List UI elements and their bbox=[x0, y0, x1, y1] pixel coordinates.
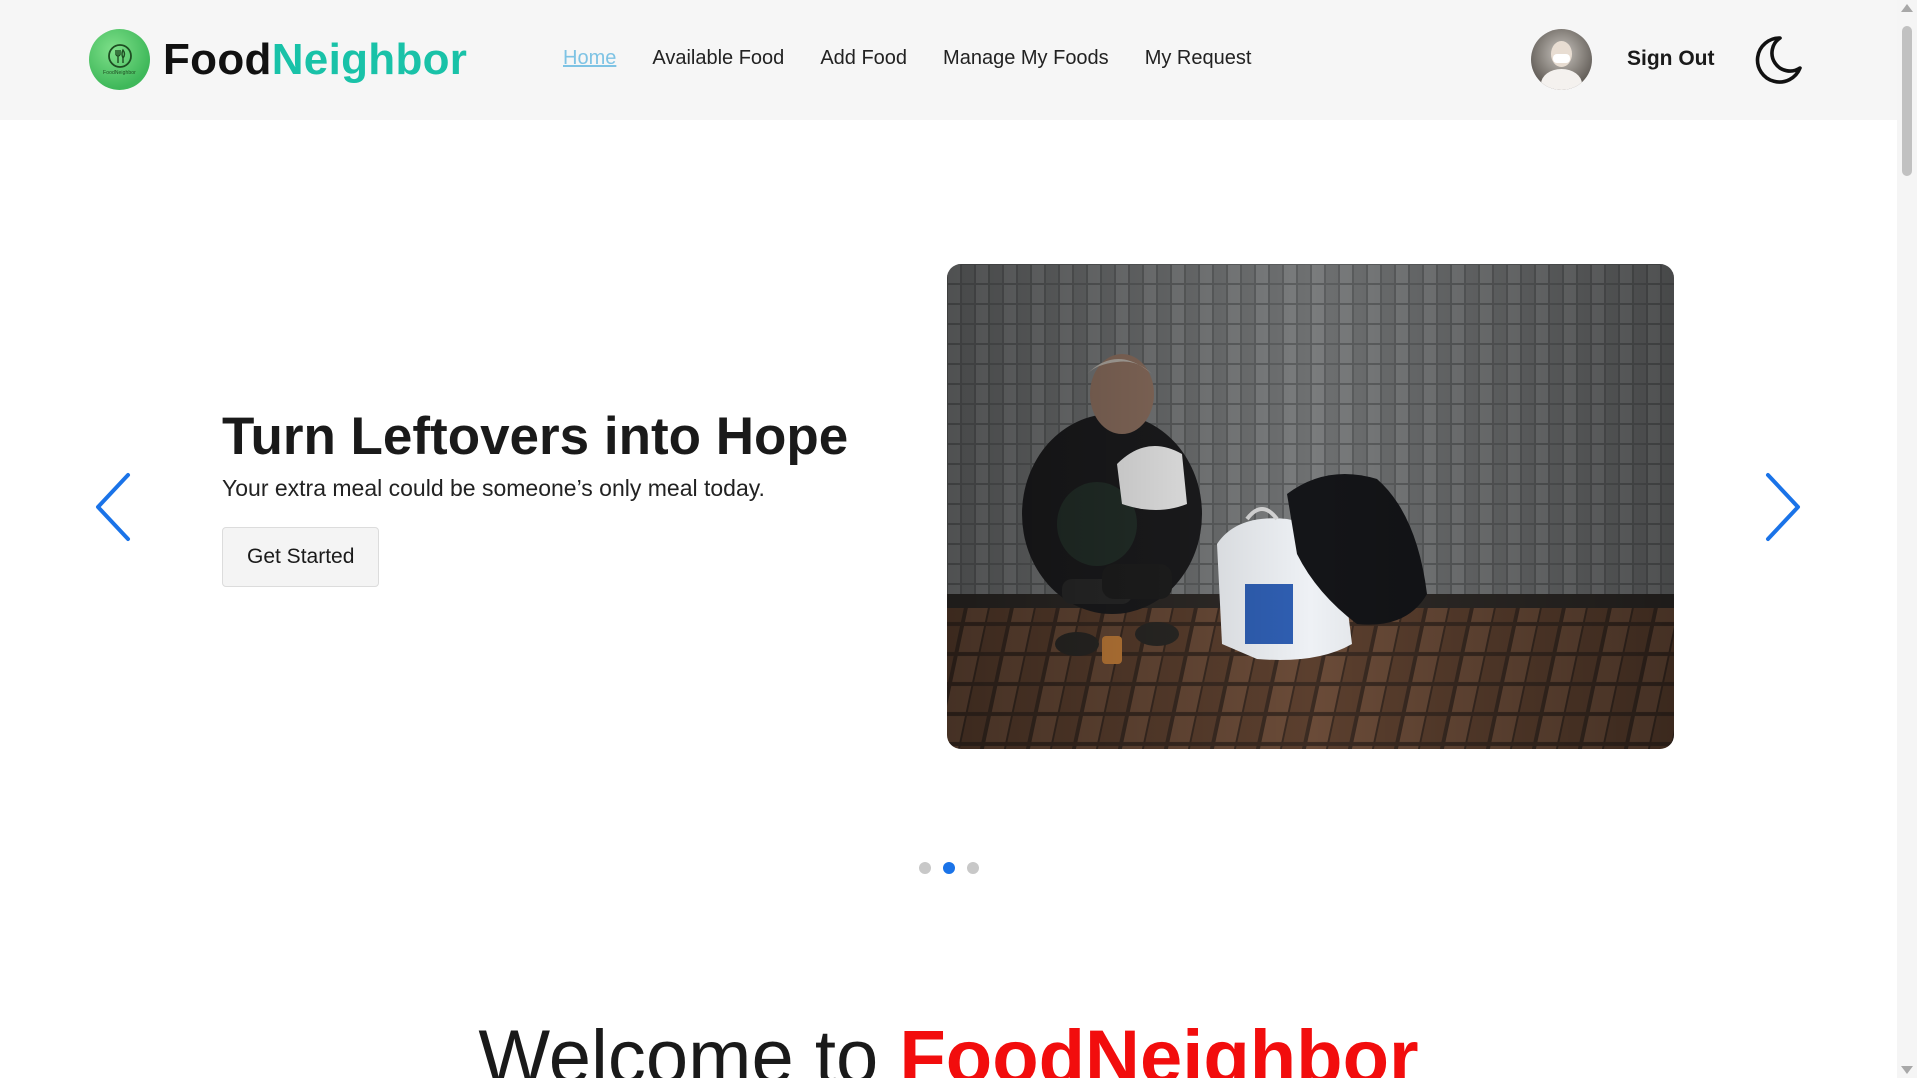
slide-image bbox=[947, 264, 1674, 749]
scroll-up-arrow-icon[interactable] bbox=[1901, 4, 1913, 12]
logo[interactable]: FoodNeighbor FoodNeighbor bbox=[89, 29, 467, 90]
slide-subtitle: Your extra meal could be someone’s only … bbox=[222, 475, 765, 501]
homeless-person-photo bbox=[947, 264, 1674, 749]
main-nav: Home Available Food Add Food Manage My F… bbox=[563, 47, 1287, 70]
sign-out-button[interactable]: Sign Out bbox=[1627, 47, 1715, 71]
nav-home[interactable]: Home bbox=[563, 47, 616, 70]
welcome-heading: Welcome to FoodNeighbor bbox=[0, 1013, 1897, 1078]
avatar-body bbox=[1541, 69, 1582, 90]
logo-word-food: Food bbox=[163, 34, 272, 84]
logo-text: FoodNeighbor bbox=[163, 35, 467, 85]
avatar-mask bbox=[1553, 54, 1570, 63]
welcome-prefix: Welcome to bbox=[478, 1015, 900, 1078]
carousel-dot-active[interactable] bbox=[943, 862, 955, 874]
navbar: FoodNeighbor FoodNeighbor Home Available… bbox=[0, 0, 1897, 120]
slide-content: Turn Leftovers into Hope Your extra meal… bbox=[222, 405, 922, 587]
welcome-brand: FoodNeighbor bbox=[899, 1015, 1419, 1078]
page: FoodNeighbor FoodNeighbor Home Available… bbox=[0, 0, 1897, 1078]
scroll-down-arrow-icon[interactable] bbox=[1901, 1066, 1913, 1074]
user-avatar[interactable] bbox=[1531, 29, 1592, 90]
logo-badge-icon: FoodNeighbor bbox=[89, 29, 150, 90]
carousel-dot[interactable] bbox=[919, 862, 931, 874]
scrollbar-thumb[interactable] bbox=[1902, 26, 1912, 176]
nav-add-food[interactable]: Add Food bbox=[820, 47, 907, 70]
logo-word-neighbor: Neighbor bbox=[271, 34, 468, 84]
carousel-dot[interactable] bbox=[967, 862, 979, 874]
nav-manage-my-foods[interactable]: Manage My Foods bbox=[943, 47, 1109, 70]
chevron-right-icon[interactable] bbox=[1762, 471, 1804, 543]
nav-available-food[interactable]: Available Food bbox=[652, 47, 784, 70]
carousel-indicators bbox=[919, 862, 991, 874]
nav-my-request[interactable]: My Request bbox=[1145, 47, 1252, 70]
fork-leaf-icon bbox=[107, 44, 132, 68]
logo-badge-text: FoodNeighbor bbox=[103, 70, 136, 76]
slide-title: Turn Leftovers into Hope bbox=[222, 407, 849, 466]
moon-icon[interactable] bbox=[1750, 32, 1806, 88]
chevron-left-icon[interactable] bbox=[92, 471, 134, 543]
get-started-button[interactable]: Get Started bbox=[222, 527, 380, 587]
page-scrollbar[interactable] bbox=[1897, 0, 1917, 1078]
